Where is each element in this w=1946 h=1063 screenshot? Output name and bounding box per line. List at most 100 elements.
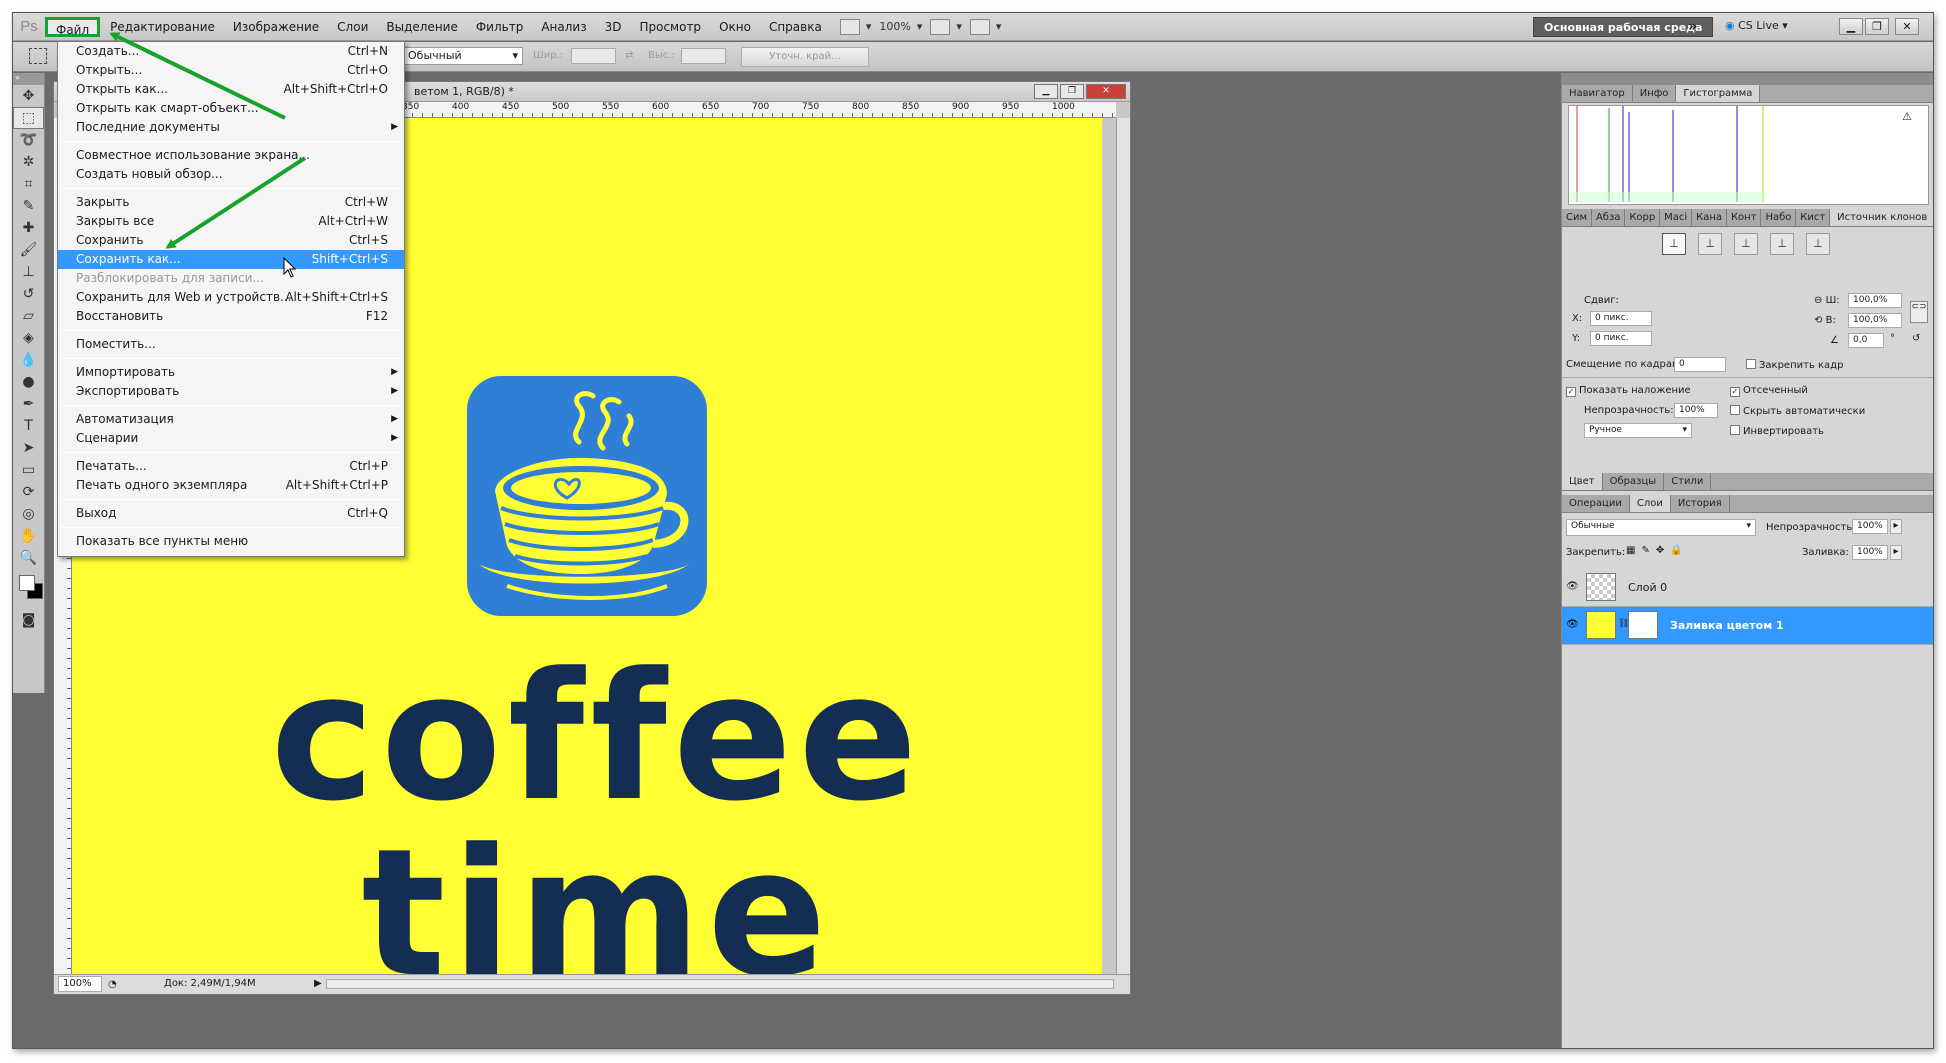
width-input[interactable] [571,48,616,64]
lock-icons[interactable]: ▦✎✥🔒 [1626,545,1689,556]
swap-icon[interactable]: ⇄ [625,50,633,61]
fill-input[interactable]: 100% [1852,545,1888,560]
minimize-button[interactable]: ▁ [1839,18,1863,35]
warning-icon[interactable]: ⚠ [1902,110,1912,123]
file-menu-item[interactable]: Закрыть все Alt+Ctrl+W [58,212,404,231]
menu-file[interactable]: Файл [45,16,101,37]
file-menu-item[interactable]: Показать все пункты меню [58,532,404,551]
healing-brush-tool-icon[interactable]: ✚ [13,217,44,239]
color-swatches[interactable] [13,569,44,609]
eraser-tool-icon[interactable]: ▱ [13,305,44,327]
frame-offset-input[interactable]: 0 [1674,357,1726,372]
menu-image[interactable]: Изображение [225,17,327,37]
file-menu-item[interactable]: Импортировать ▶ [58,363,404,382]
tab-masks[interactable]: Масі [1660,209,1693,226]
blend-mode-select[interactable]: Обычные ▾ [1566,519,1756,536]
menu-window[interactable]: Окно [711,17,759,37]
file-menu-item[interactable]: Последние документы ▶ [58,118,404,137]
file-menu-item[interactable]: Открыть как... Alt+Shift+Ctrl+O [58,80,404,99]
lasso-tool-icon[interactable]: ➰ [13,129,44,151]
status-info-icon[interactable]: ◔ [108,976,117,994]
zoom-level-select[interactable]: 100% ▾ [879,20,922,33]
clone-source-1-button[interactable]: ⊥ [1662,233,1686,255]
tab-layers[interactable]: Слои [1629,495,1671,512]
hand-tool-icon[interactable]: ✋ [13,525,44,547]
menu-filter[interactable]: Фильтр [468,17,531,37]
screen-mode[interactable]: ▾ [969,18,1001,35]
clone-source-5-button[interactable]: ⊥ [1806,233,1830,255]
eye-icon[interactable]: 👁 [1566,619,1579,630]
doc-close-button[interactable]: ✕ [1086,84,1126,99]
tab-paragraph[interactable]: Абза [1592,209,1626,226]
layer-opacity-input[interactable]: 100% [1852,519,1888,534]
tab-swatches[interactable]: Образцы [1603,473,1665,490]
foreground-color[interactable] [19,575,35,591]
tab-history[interactable]: История [1671,495,1730,512]
tab-color[interactable]: Цвет [1562,473,1603,490]
clone-source-3-button[interactable]: ⊥ [1734,233,1758,255]
layer-row[interactable]: 👁 Слой 0 [1562,569,1933,607]
tab-character[interactable]: Сим [1562,209,1592,226]
file-menu-item[interactable]: Сохранить как... Shift+Ctrl+S [58,250,404,269]
status-zoom-field[interactable]: 100% [58,976,102,992]
marquee-tool-icon[interactable]: ⬚ [13,107,44,129]
tab-brush-presets[interactable]: Набо [1761,209,1797,226]
menu-3d[interactable]: 3D [597,17,630,37]
restore-button[interactable]: ❐ [1865,18,1889,35]
show-overlay-checkbox[interactable]: ✓ Показать наложение [1566,385,1691,397]
file-menu-item[interactable]: Открыть... Ctrl+O [58,61,404,80]
workspace-button[interactable]: Основная рабочая среда [1533,17,1714,37]
3d-rotate-tool-icon[interactable]: ⟳ [13,481,44,503]
type-tool-icon[interactable]: T [13,415,44,437]
offset-x-input[interactable]: 0 пикс. [1590,311,1652,326]
tab-brushes[interactable]: Кист [1796,209,1831,226]
brush-tool-icon[interactable]: 🖌 [13,239,44,261]
tab-paths[interactable]: Конт [1727,209,1762,226]
reset-transform-icon[interactable]: ↺ [1912,333,1920,344]
layer-row-selected[interactable]: 👁 ⛓ Заливка цветом 1 [1562,607,1933,645]
fill-slider-arrow[interactable]: ▸ [1890,545,1902,560]
vertical-scrollbar[interactable] [1116,118,1130,974]
crop-tool-icon[interactable]: ⌗ [13,173,44,195]
zoom-tool-icon[interactable]: 🔍 [13,547,44,569]
menu-help[interactable]: Справка [761,17,830,37]
width-scale-input[interactable]: 100,0% [1848,293,1902,308]
doc-minimize-button[interactable]: ▁ [1034,84,1058,99]
tab-styles[interactable]: Стили [1664,473,1712,490]
height-input[interactable] [681,48,726,64]
double-chevron-icon[interactable]: » [1688,17,1697,35]
refine-edge-button[interactable]: Уточн. край... [741,47,869,67]
menu-select[interactable]: Выделение [378,17,465,37]
file-menu-item[interactable]: Сценарии ▶ [58,429,404,448]
invert-checkbox[interactable]: Инвертировать [1730,425,1824,437]
quick-mask-icon[interactable]: ◙ [13,609,44,631]
file-menu-item[interactable]: Создать... Ctrl+N [58,42,404,61]
file-menu-item[interactable]: Восстановить F12 [58,307,404,326]
rectangle-tool-icon[interactable]: ▭ [13,459,44,481]
menu-analysis[interactable]: Анализ [533,17,594,37]
clone-stamp-tool-icon[interactable]: ⊥ [13,261,44,283]
arrange-documents[interactable]: ▾ [930,18,962,35]
clone-source-4-button[interactable]: ⊥ [1770,233,1794,255]
horizontal-scrollbar[interactable] [326,979,1114,989]
tab-clone-source[interactable]: Источник клонов [1830,209,1933,226]
pen-tool-icon[interactable]: ✒ [13,393,44,415]
status-menu-arrow-icon[interactable]: ▶ [314,975,322,993]
history-brush-tool-icon[interactable]: ↺ [13,283,44,305]
clone-source-2-button[interactable]: ⊥ [1698,233,1722,255]
cs-live-button[interactable]: ◉ CS Live ▾ [1725,19,1788,32]
tab-actions[interactable]: Операции [1562,495,1630,512]
file-menu-item[interactable]: Выход Ctrl+Q [58,504,404,523]
tab-histogram[interactable]: Гистограмма [1676,85,1761,102]
opacity-slider-arrow[interactable]: ▸ [1890,519,1902,534]
height-scale-input[interactable]: 100,0% [1848,313,1902,328]
file-menu-item[interactable]: Сохранить Ctrl+S [58,231,404,250]
dodge-tool-icon[interactable]: ● [13,371,44,393]
angle-input[interactable]: 0,0 [1848,333,1884,348]
file-menu-item[interactable]: Поместить... [58,335,404,354]
eyedropper-tool-icon[interactable]: ✎ [13,195,44,217]
tab-navigator[interactable]: Навигатор [1562,85,1633,102]
path-select-tool-icon[interactable]: ➤ [13,437,44,459]
file-menu-item[interactable]: Открыть как смарт-объект... [58,99,404,118]
paint-bucket-tool-icon[interactable]: ◈ [13,327,44,349]
